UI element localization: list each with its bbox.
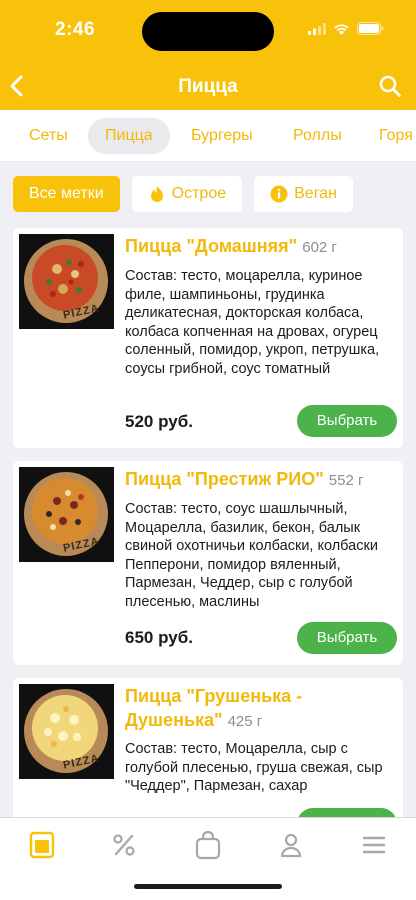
hamburger-menu-icon[interactable]	[359, 830, 389, 860]
product-name: Пицца "Грушенька - Душенька"	[125, 686, 303, 730]
filter-vegan-label: Веган	[294, 185, 337, 202]
app-header: 2:46 Пицца	[0, 0, 416, 110]
product-description: Состав: тесто, моцарелла, куриное филе, …	[125, 268, 380, 377]
signal-icon	[308, 22, 326, 35]
category-tabs: Сеты Пицца Бургеры Роллы Горя	[0, 110, 416, 162]
product-price: 650 руб.	[125, 628, 193, 647]
shopping-bag-icon[interactable]	[193, 830, 223, 860]
percent-icon[interactable]	[109, 830, 139, 860]
flame-icon	[150, 186, 163, 202]
tab-hot[interactable]: Горя	[362, 118, 416, 154]
menu-catalog-icon[interactable]	[27, 830, 57, 860]
product-description: Состав: тесто, соус шашлычный, Моцарелла…	[125, 501, 378, 610]
tab-sets[interactable]: Сеты	[12, 118, 85, 154]
product-weight: 425 г	[227, 713, 263, 730]
profile-icon[interactable]	[276, 830, 306, 860]
tag-filters: Все метки Острое Веган	[13, 176, 353, 212]
product-name: Пицца "Домашняя"	[125, 236, 298, 256]
status-time: 2:46	[55, 19, 96, 40]
filter-spicy-label: Острое	[171, 185, 227, 202]
select-button[interactable]: Выбрать	[297, 622, 397, 654]
product-title: Пицца "Домашняя" 602 г	[125, 234, 393, 260]
tab-rolls[interactable]: Роллы	[276, 118, 359, 154]
select-button[interactable]: Выбрать	[297, 405, 397, 437]
product-description: Состав: тесто, Моцарелла, сыр с голубой …	[125, 741, 383, 794]
page-title: Пицца	[178, 76, 238, 97]
product-card[interactable]: PIZZA Пицца "Грушенька - Душенька" 425 г…	[13, 678, 403, 838]
battery-icon	[357, 22, 384, 35]
product-weight: 602 г	[302, 239, 337, 256]
product-title: Пицца "Грушенька - Душенька" 425 г	[125, 684, 393, 734]
product-price: 520 руб.	[125, 412, 193, 431]
home-indicator[interactable]	[134, 884, 282, 889]
filter-spicy[interactable]: Острое	[131, 176, 243, 212]
search-icon[interactable]	[378, 74, 402, 98]
product-title: Пицца "Престиж РИО" 552 г	[125, 467, 393, 493]
info-icon	[270, 185, 288, 203]
product-name: Пицца "Престиж РИО"	[125, 469, 324, 489]
filter-vegan[interactable]: Веган	[254, 176, 353, 212]
pizza-image: PIZZA	[19, 234, 114, 329]
product-weight: 552 г	[328, 472, 364, 489]
tab-pizza[interactable]: Пицца	[88, 118, 170, 154]
status-icons	[308, 22, 384, 35]
tab-burgers[interactable]: Бургеры	[174, 118, 270, 154]
filter-all-tags[interactable]: Все метки	[13, 176, 120, 212]
wifi-icon	[334, 23, 349, 35]
product-card[interactable]: PIZZA Пицца "Домашняя" 602 г Состав: тес…	[13, 228, 403, 448]
product-card[interactable]: PIZZA Пицца "Престиж РИО" 552 г Состав: …	[13, 461, 403, 665]
pizza-image: PIZZA	[19, 684, 114, 779]
pizza-image: PIZZA	[19, 467, 114, 562]
filter-all-tags-label: Все метки	[29, 185, 104, 202]
dynamic-island	[142, 12, 274, 51]
